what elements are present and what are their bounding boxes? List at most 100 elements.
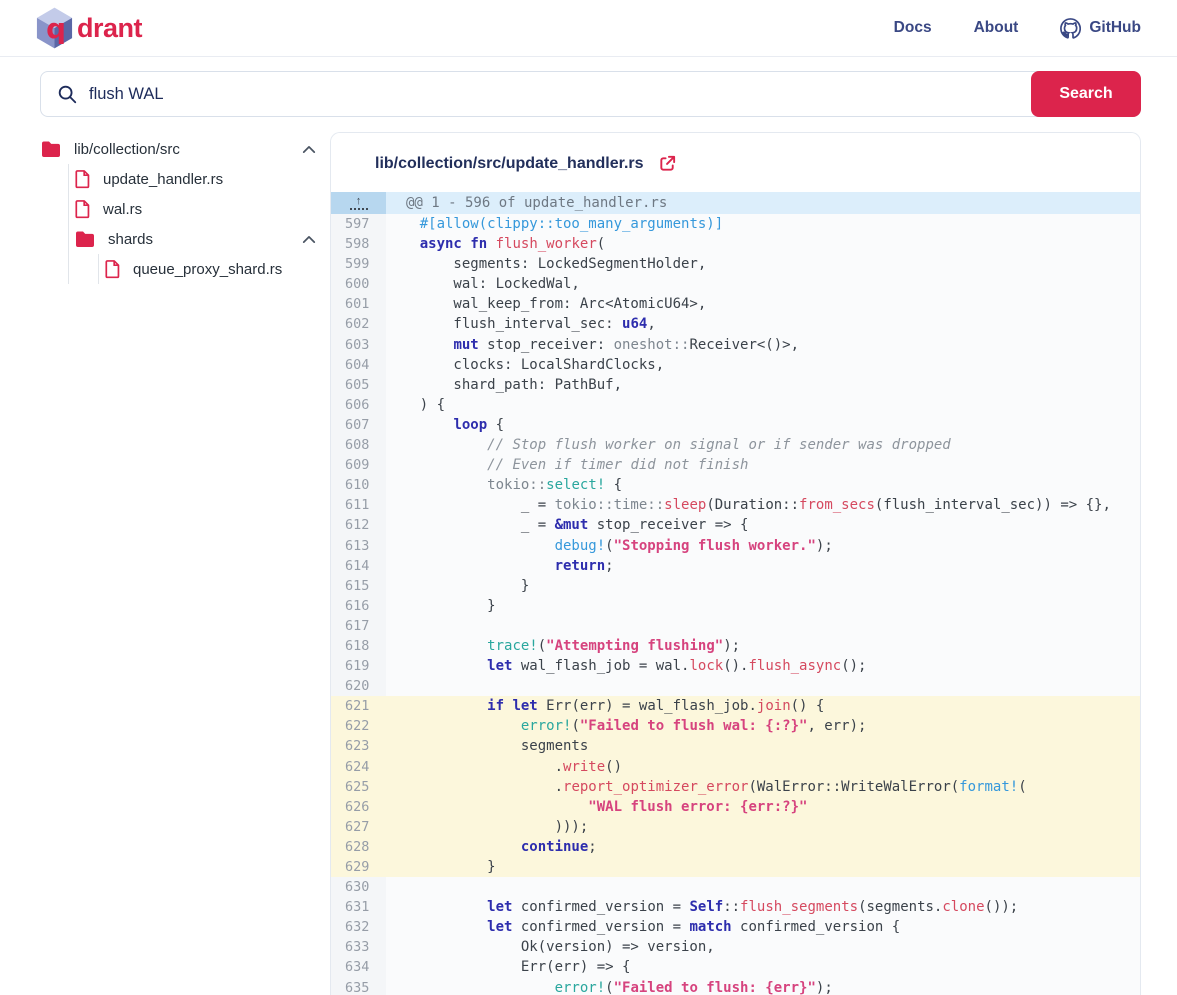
code-line: 606 ) { (331, 395, 1140, 415)
line-content: if let Err(err) = wal_flash_job.join() { (386, 696, 1140, 716)
line-number: 632 (331, 917, 386, 937)
code-line: 617 (331, 616, 1140, 636)
line-number: 601 (331, 294, 386, 314)
line-number: 609 (331, 455, 386, 475)
search-row: Search (40, 71, 1141, 117)
line-number: 602 (331, 314, 386, 334)
external-link-icon[interactable] (658, 154, 677, 173)
line-number: 622 (331, 716, 386, 736)
code-line: 616 } (331, 596, 1140, 616)
code-line: 599 segments: LockedSegmentHolder, (331, 254, 1140, 274)
code-lines: 597 #[allow(clippy::too_many_arguments)]… (331, 214, 1140, 995)
expand-context-row: ↑ @@ 1 - 596 of update_handler.rs (331, 192, 1140, 214)
nav-about-label: About (974, 19, 1019, 37)
nav-about-link[interactable]: About (974, 19, 1019, 37)
line-number: 600 (331, 274, 386, 294)
code-line: 631 let confirmed_version = Self::flush_… (331, 897, 1140, 917)
code-line: 613 debug!("Stopping flush worker."); (331, 536, 1140, 556)
file-icon (104, 259, 121, 279)
line-content: error!("Failed to flush wal: {:?}", err)… (386, 716, 1140, 736)
code-line: 621 if let Err(err) = wal_flash_job.join… (331, 696, 1140, 716)
file-path: lib/collection/src/update_handler.rs (375, 155, 644, 173)
content-area: lib/collection/src update_handler.rs wal… (40, 132, 1141, 995)
expand-up-button[interactable]: ↑ (331, 192, 386, 214)
line-content: #[allow(clippy::too_many_arguments)] (386, 214, 1140, 234)
line-content: continue; (386, 837, 1140, 857)
tree-folder-lib-collection-src[interactable]: lib/collection/src (40, 134, 330, 164)
nav-github-link[interactable]: GitHub (1060, 18, 1141, 39)
code-line: 608 // Stop flush worker on signal or if… (331, 435, 1140, 455)
code-line: 633 Ok(version) => version, (331, 937, 1140, 957)
line-content: _ = &mut stop_receiver => { (386, 515, 1140, 535)
line-content (386, 676, 1140, 696)
expand-dots-icon (350, 208, 368, 210)
line-content: shard_path: PathBuf, (386, 375, 1140, 395)
expand-context-label: @@ 1 - 596 of update_handler.rs (406, 195, 667, 211)
line-number: 633 (331, 937, 386, 957)
nav-docs-link[interactable]: Docs (894, 19, 932, 37)
line-number: 628 (331, 837, 386, 857)
line-number: 623 (331, 736, 386, 756)
line-content: trace!("Attempting flushing"); (386, 636, 1140, 656)
tree-file-queue-proxy-shard[interactable]: queue_proxy_shard.rs (104, 254, 330, 284)
line-content: Ok(version) => version, (386, 937, 1140, 957)
line-content: wal: LockedWal, (386, 274, 1140, 294)
line-content: segments: LockedSegmentHolder, (386, 254, 1140, 274)
qdrant-logo[interactable]: q drant (36, 7, 142, 49)
line-content: "WAL flush error: {err:?}" (386, 797, 1140, 817)
code-line: 611 _ = tokio::time::sleep(Duration::fro… (331, 495, 1140, 515)
line-content: } (386, 857, 1140, 877)
line-number: 608 (331, 435, 386, 455)
line-content: loop { (386, 415, 1140, 435)
code-line: 626 "WAL flush error: {err:?}" (331, 797, 1140, 817)
nav-github-label: GitHub (1089, 19, 1141, 37)
line-number: 630 (331, 877, 386, 897)
search-input[interactable] (89, 85, 1140, 104)
line-number: 615 (331, 576, 386, 596)
line-number: 625 (331, 777, 386, 797)
nav-docs-label: Docs (894, 19, 932, 37)
tree-folder-label: lib/collection/src (74, 141, 290, 158)
search-button[interactable]: Search (1031, 71, 1141, 117)
tree-folder-shards[interactable]: shards (74, 224, 330, 254)
tree-file-update-handler[interactable]: update_handler.rs (74, 164, 330, 194)
code-line: 628 continue; (331, 837, 1140, 857)
code-line: 612 _ = &mut stop_receiver => { (331, 515, 1140, 535)
line-number: 631 (331, 897, 386, 917)
line-number: 624 (331, 757, 386, 777)
logo-wordmark: drant (77, 13, 142, 44)
top-nav: Docs About GitHub (894, 18, 1141, 39)
code-line: 620 (331, 676, 1140, 696)
line-number: 598 (331, 234, 386, 254)
line-content: let confirmed_version = Self::flush_segm… (386, 897, 1140, 917)
tree-folder-label: shards (108, 231, 290, 248)
folder-icon (74, 230, 96, 249)
line-content: wal_keep_from: Arc<AtomicU64>, (386, 294, 1140, 314)
line-content: return; (386, 556, 1140, 576)
tree-file-label: update_handler.rs (103, 171, 330, 188)
line-number: 614 (331, 556, 386, 576)
chevron-up-icon[interactable] (302, 145, 316, 154)
code-line: 602 flush_interval_sec: u64, (331, 314, 1140, 334)
code-line: 635 error!("Failed to flush: {err}"); (331, 978, 1140, 995)
code-block: ↑ @@ 1 - 596 of update_handler.rs 597 #[… (331, 192, 1140, 995)
line-number: 611 (331, 495, 386, 515)
line-number: 619 (331, 656, 386, 676)
chevron-up-icon[interactable] (302, 235, 316, 244)
line-content: } (386, 596, 1140, 616)
line-number: 612 (331, 515, 386, 535)
code-line: 614 return; (331, 556, 1140, 576)
tree-file-label: queue_proxy_shard.rs (133, 261, 330, 278)
line-content: } (386, 576, 1140, 596)
line-number: 626 (331, 797, 386, 817)
line-content: // Even if timer did not finish (386, 455, 1140, 475)
code-line: 609 // Even if timer did not finish (331, 455, 1140, 475)
search-box (40, 71, 1141, 117)
code-line: 618 trace!("Attempting flushing"); (331, 636, 1140, 656)
line-content (386, 616, 1140, 636)
tree-file-wal[interactable]: wal.rs (74, 194, 330, 224)
line-content (386, 877, 1140, 897)
line-content: segments (386, 736, 1140, 756)
code-line: 615 } (331, 576, 1140, 596)
line-content: async fn flush_worker( (386, 234, 1140, 254)
